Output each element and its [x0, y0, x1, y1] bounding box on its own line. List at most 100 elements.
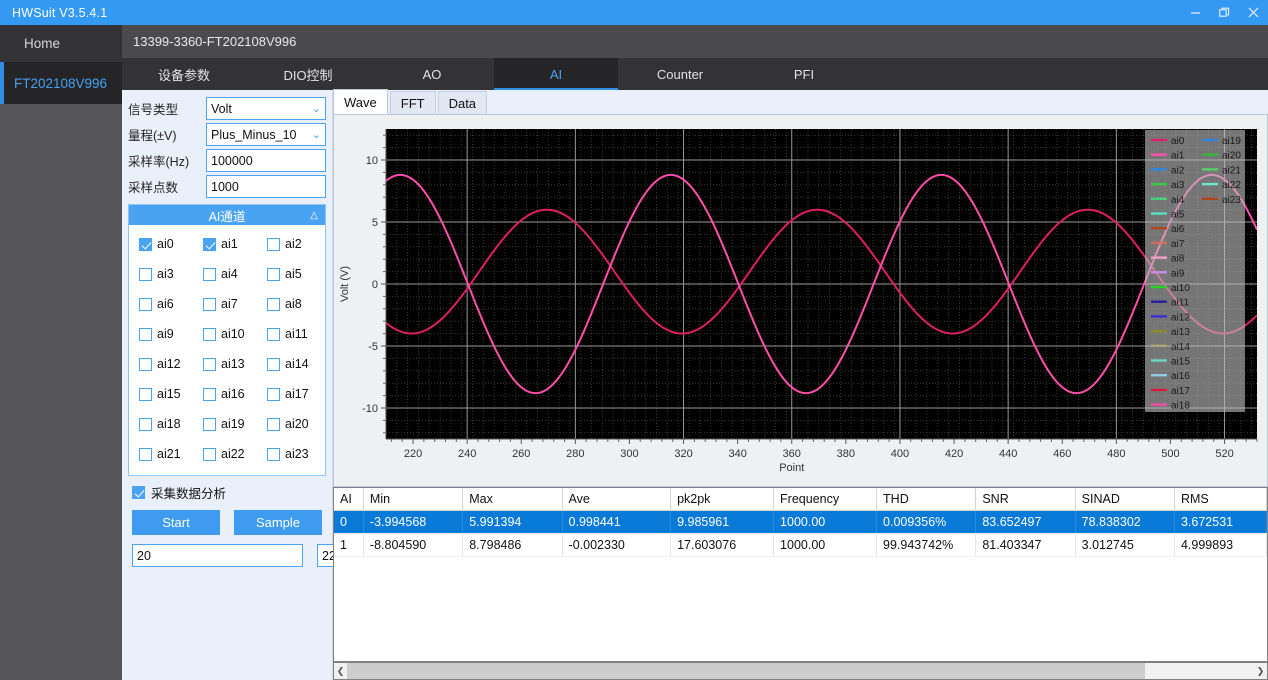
- channel-checkbox-ai19[interactable]: ai19: [195, 417, 259, 431]
- table-header-cell[interactable]: Max: [463, 488, 562, 510]
- channel-checkbox-ai20[interactable]: ai20: [259, 417, 323, 431]
- tab-Counter[interactable]: Counter: [618, 58, 742, 90]
- field-input[interactable]: 100000: [206, 149, 326, 172]
- checkbox[interactable]: [267, 238, 280, 251]
- tab-AO[interactable]: AO: [370, 58, 494, 90]
- checkbox[interactable]: [139, 418, 152, 431]
- channel-checkbox-ai8[interactable]: ai8: [259, 297, 323, 311]
- chevron-right-icon[interactable]: ❯: [1254, 663, 1267, 679]
- table-header-cell[interactable]: Frequency: [774, 488, 877, 510]
- checkbox[interactable]: [139, 268, 152, 281]
- table-header-cell[interactable]: Ave: [562, 488, 671, 510]
- checkbox[interactable]: [267, 268, 280, 281]
- checkbox[interactable]: [203, 358, 216, 371]
- channel-checkbox-ai2[interactable]: ai2: [259, 237, 323, 251]
- restore-icon[interactable]: [1210, 0, 1239, 25]
- channel-checkbox-ai3[interactable]: ai3: [131, 267, 195, 281]
- checkbox[interactable]: [267, 388, 280, 401]
- channel-checkbox-ai13[interactable]: ai13: [195, 357, 259, 371]
- channel-checkbox-ai14[interactable]: ai14: [259, 357, 323, 371]
- analysis-checkbox-row[interactable]: 采集数据分析: [132, 483, 326, 502]
- scrollbar-thumb[interactable]: [347, 663, 1145, 679]
- checkbox[interactable]: [203, 298, 216, 311]
- left-numeric-input[interactable]: [132, 544, 303, 567]
- channel-checkbox-ai17[interactable]: ai17: [259, 387, 323, 401]
- channel-checkbox-ai5[interactable]: ai5: [259, 267, 323, 281]
- horizontal-scrollbar[interactable]: ❮ ❯: [333, 662, 1268, 680]
- svg-text:ai15: ai15: [1171, 357, 1190, 368]
- channel-checkbox-ai12[interactable]: ai12: [131, 357, 195, 371]
- svg-text:ai20: ai20: [1222, 151, 1241, 162]
- chevron-down-icon[interactable]: ⌄: [312, 128, 321, 141]
- channel-checkbox-ai15[interactable]: ai15: [131, 387, 195, 401]
- channel-checkbox-ai7[interactable]: ai7: [195, 297, 259, 311]
- checkbox[interactable]: [267, 418, 280, 431]
- field-input[interactable]: 1000: [206, 175, 326, 198]
- subtab-Wave[interactable]: Wave: [333, 89, 388, 114]
- table-row[interactable]: 0-3.9945685.9913940.9984419.9859611000.0…: [334, 510, 1267, 533]
- checkbox[interactable]: [139, 238, 152, 251]
- checkbox[interactable]: [267, 448, 280, 461]
- channel-checkbox-ai6[interactable]: ai6: [131, 297, 195, 311]
- table-header-cell[interactable]: Min: [363, 488, 462, 510]
- tab-label: DIO控制: [283, 65, 332, 84]
- channel-checkbox-ai18[interactable]: ai18: [131, 417, 195, 431]
- channel-checkbox-ai22[interactable]: ai22: [195, 447, 259, 461]
- channel-checkbox-ai16[interactable]: ai16: [195, 387, 259, 401]
- checkbox[interactable]: [139, 448, 152, 461]
- checkbox[interactable]: [203, 448, 216, 461]
- checkbox[interactable]: [139, 298, 152, 311]
- channel-checkbox-ai10[interactable]: ai10: [195, 327, 259, 341]
- table-header-cell[interactable]: SNR: [976, 488, 1075, 510]
- sidebar-item-device[interactable]: FT202108V996: [0, 62, 122, 104]
- tab-PFI[interactable]: PFI: [742, 58, 866, 90]
- waveform-chart[interactable]: -10-505102202402602803003203403603804004…: [333, 115, 1268, 487]
- checkbox[interactable]: [139, 388, 152, 401]
- checkbox[interactable]: [267, 298, 280, 311]
- checkbox[interactable]: [267, 358, 280, 371]
- channel-checkbox-ai1[interactable]: ai1: [195, 237, 259, 251]
- checkbox[interactable]: [139, 358, 152, 371]
- analysis-checkbox[interactable]: [132, 486, 145, 499]
- close-icon[interactable]: [1239, 0, 1268, 25]
- channel-checkbox-ai11[interactable]: ai11: [259, 327, 323, 341]
- tab-设备参数[interactable]: 设备参数: [122, 58, 246, 90]
- checkbox[interactable]: [139, 328, 152, 341]
- sample-button[interactable]: Sample: [234, 510, 322, 535]
- table-row[interactable]: 1-8.8045908.798486-0.00233017.6030761000…: [334, 533, 1267, 556]
- field-select[interactable]: Plus_Minus_10⌄: [206, 123, 326, 146]
- subtab-Data[interactable]: Data: [438, 91, 487, 114]
- checkbox[interactable]: [267, 328, 280, 341]
- chevron-down-icon[interactable]: ⌄: [312, 102, 321, 115]
- checkbox[interactable]: [203, 388, 216, 401]
- ai-channel-group-header[interactable]: AI通道 △: [129, 205, 325, 225]
- svg-text:10: 10: [366, 155, 378, 167]
- parameter-fields: 信号类型Volt⌄量程(±V)Plus_Minus_10⌄采样率(Hz)1000…: [128, 96, 326, 199]
- checkbox[interactable]: [203, 328, 216, 341]
- tab-DIO控制[interactable]: DIO控制: [246, 58, 370, 90]
- table-header-cell[interactable]: AI: [334, 488, 363, 510]
- checkbox[interactable]: [203, 418, 216, 431]
- start-button[interactable]: Start: [132, 510, 220, 535]
- channel-checkbox-ai21[interactable]: ai21: [131, 447, 195, 461]
- subtab-FFT[interactable]: FFT: [390, 91, 436, 114]
- sidebar-item-home[interactable]: Home: [0, 25, 122, 62]
- channel-checkbox-ai9[interactable]: ai9: [131, 327, 195, 341]
- checkbox[interactable]: [203, 238, 216, 251]
- table-header-cell[interactable]: RMS: [1174, 488, 1266, 510]
- field-select[interactable]: Volt⌄: [206, 97, 326, 120]
- channel-checkbox-ai0[interactable]: ai0: [131, 237, 195, 251]
- tab-AI[interactable]: AI: [494, 58, 618, 90]
- table-header-cell[interactable]: SINAD: [1075, 488, 1174, 510]
- minimize-icon[interactable]: [1181, 0, 1210, 25]
- chevron-left-icon[interactable]: ❮: [334, 663, 347, 679]
- table-header-cell[interactable]: THD: [877, 488, 976, 510]
- scrollbar-track[interactable]: [347, 663, 1254, 679]
- table-header-cell[interactable]: pk2pk: [671, 488, 774, 510]
- channel-checkbox-ai23[interactable]: ai23: [259, 447, 323, 461]
- statistics-table-container[interactable]: AIMinMaxAvepk2pkFrequencyTHDSNRSINADRMS …: [333, 487, 1268, 662]
- svg-text:400: 400: [891, 448, 909, 460]
- chevron-up-icon[interactable]: △: [310, 210, 318, 221]
- channel-checkbox-ai4[interactable]: ai4: [195, 267, 259, 281]
- checkbox[interactable]: [203, 268, 216, 281]
